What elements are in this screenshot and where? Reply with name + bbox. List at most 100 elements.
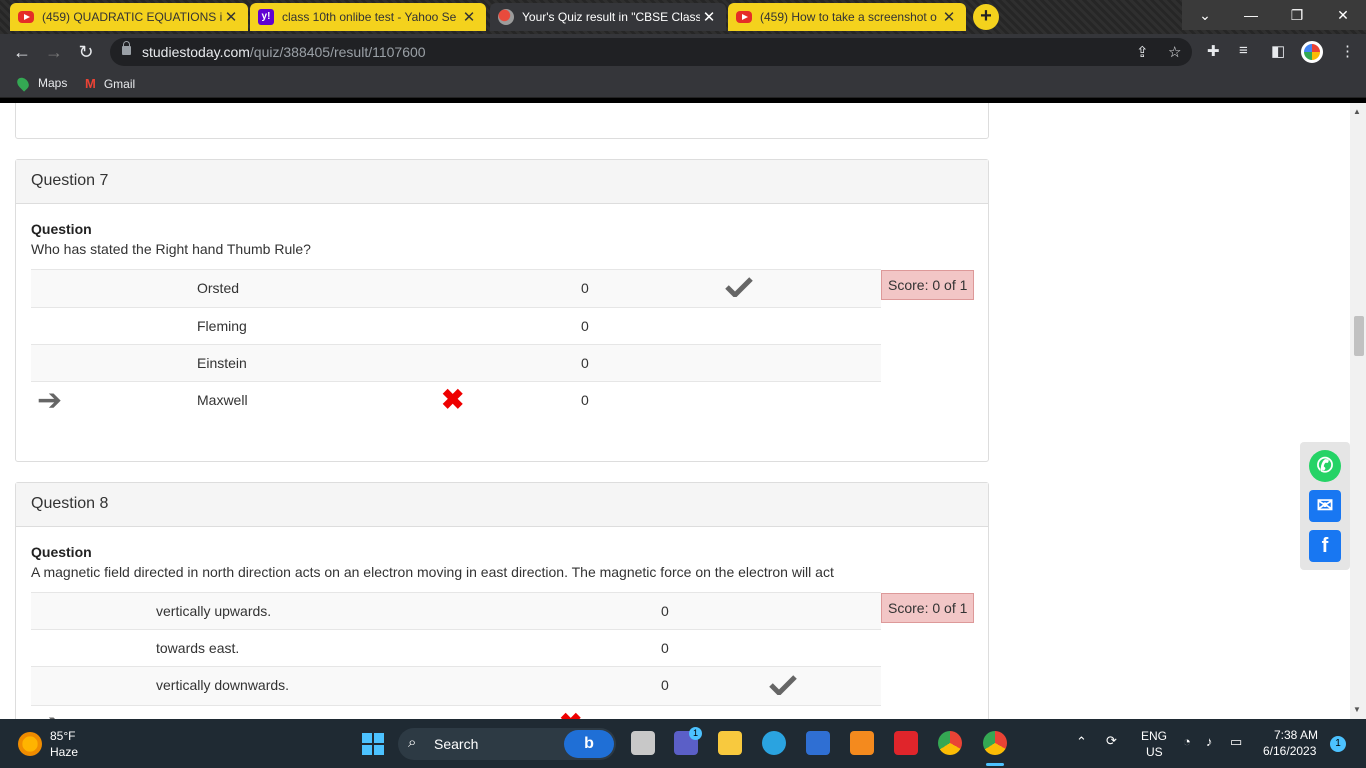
option-row: Orsted 0 (31, 269, 881, 307)
language-region[interactable]: US (1146, 745, 1163, 759)
maps-pin-icon (14, 74, 32, 92)
tab-quiz-result[interactable]: Your's Quiz result in "CBSE Class ✕ (490, 3, 726, 31)
side-panel-icon[interactable]: ◧ (1271, 42, 1285, 60)
question-label: Question (31, 221, 92, 237)
bookmark-maps[interactable]: Maps (14, 74, 68, 92)
question-panel-8: Question 8 Question A magnetic field dir… (15, 482, 989, 719)
bookmark-star-icon[interactable]: ☆ (1168, 43, 1181, 61)
search-icon: ⌕ (408, 734, 417, 751)
battery-icon[interactable]: ▭ (1230, 734, 1242, 750)
minimize-button[interactable]: — (1228, 0, 1274, 30)
task-view-icon[interactable] (631, 731, 655, 755)
option-text: towards east. (156, 640, 240, 656)
chrome-active-icon[interactable] (983, 731, 1007, 755)
mail-icon[interactable] (806, 731, 830, 755)
tab-title: class 10th onlibe test - Yahoo Se (282, 10, 457, 24)
weather-sun-icon[interactable] (18, 732, 42, 756)
new-tab-button[interactable]: + (973, 4, 999, 30)
clock-time[interactable]: 7:38 AM (1274, 728, 1318, 742)
scroll-down-arrow-icon[interactable]: ▼ (1353, 705, 1361, 714)
tray-overflow-icon[interactable]: ⌃ (1076, 734, 1087, 750)
option-row: towards east. 0 (31, 629, 881, 666)
search-label: Search (434, 736, 479, 752)
tab-quadratic[interactable]: (459) QUADRATIC EQUATIONS in ✕ (10, 3, 248, 31)
option-text: Fleming (197, 318, 247, 334)
url-domain: studiestoday.com (142, 44, 250, 60)
scrollbar-thumb[interactable] (1354, 316, 1364, 356)
sublime-icon[interactable] (850, 731, 874, 755)
question-header: Question 7 (16, 160, 988, 204)
wps-office-icon[interactable] (894, 731, 918, 755)
back-icon[interactable]: ← (10, 40, 34, 64)
reading-list-icon[interactable]: ≡ (1239, 42, 1248, 59)
language-ime[interactable]: ENG (1141, 729, 1167, 743)
scroll-up-arrow-icon[interactable]: ▲ (1353, 107, 1361, 116)
share-page-icon[interactable]: ⇪ (1136, 43, 1149, 61)
bookmark-gmail[interactable]: M Gmail (85, 76, 135, 91)
close-icon[interactable]: ✕ (222, 8, 240, 26)
close-icon[interactable]: ✕ (940, 8, 958, 26)
bookmark-label: Maps (38, 76, 68, 90)
sync-icon[interactable]: ⟳ (1106, 733, 1117, 749)
bookmarks-bar: Maps M Gmail (0, 70, 1366, 98)
page-scrollbar[interactable]: ▲ ▼ (1350, 103, 1366, 719)
profile-avatar[interactable] (1301, 41, 1323, 63)
weather-desc[interactable]: Haze (50, 745, 78, 759)
file-explorer-icon[interactable] (718, 731, 742, 755)
option-count: 0 (581, 280, 589, 296)
option-row: vertically upwards. 0 (31, 592, 881, 629)
close-window-button[interactable]: ✕ (1320, 0, 1366, 30)
selected-arrow-icon: ➔ (37, 710, 62, 720)
youtube-icon (18, 11, 34, 23)
reload-icon[interactable]: ↻ (74, 40, 98, 64)
address-bar[interactable]: studiestoday.com/quiz/388405/result/1107… (110, 38, 1192, 66)
taskbar-search[interactable]: ⌕ Search b (398, 728, 616, 760)
tab-screenshot[interactable]: (459) How to take a screenshot o ✕ (728, 3, 966, 31)
option-row: Einstein 0 (31, 344, 881, 381)
option-text: Maxwell (197, 392, 248, 408)
weather-temp[interactable]: 85°F (50, 729, 75, 743)
extensions-icon[interactable]: ✚ (1207, 42, 1220, 60)
lock-icon (122, 41, 131, 55)
question-label: Question (31, 544, 92, 560)
active-app-indicator (986, 763, 1004, 766)
tab-title: (459) QUADRATIC EQUATIONS in (42, 10, 222, 24)
option-count: 0 (581, 355, 589, 371)
whatsapp-icon[interactable]: ✆ (1309, 450, 1341, 482)
score-badge: Score: 0 of 1 (881, 270, 975, 300)
forward-icon[interactable]: → (42, 40, 66, 64)
wrong-cross-icon: ✖ (441, 384, 465, 415)
notification-badge[interactable]: 1 (1330, 736, 1346, 752)
tab-yahoo[interactable]: y! class 10th onlibe test - Yahoo Se ✕ (250, 3, 486, 31)
url-text[interactable]: studiestoday.com/quiz/388405/result/1107… (142, 44, 426, 60)
windows-taskbar: 85°F Haze ⌕ Search b 1 ⌃ ⟳ ENG US ◔ ♪ ▭ … (0, 719, 1366, 768)
email-icon[interactable]: ✉ (1309, 490, 1341, 522)
question-header: Question 8 (16, 483, 988, 527)
check-icon (725, 277, 753, 297)
windows-start-icon[interactable] (362, 733, 384, 755)
option-count: 0 (581, 392, 589, 408)
clock-date[interactable]: 6/16/2023 (1263, 744, 1316, 758)
yahoo-icon: y! (258, 9, 274, 25)
wifi-icon[interactable]: ◔ (1183, 734, 1191, 749)
previous-question-panel (15, 103, 989, 139)
volume-icon[interactable]: ♪ (1206, 734, 1213, 749)
telegram-icon[interactable] (762, 731, 786, 755)
wrong-cross-icon: ✖ (559, 710, 582, 720)
option-row: vertically downwards. 0 (31, 666, 881, 705)
option-row: ➔ ✖ (31, 705, 881, 719)
selected-arrow-icon: ➔ (37, 384, 63, 417)
option-row: Fleming 0 (31, 307, 881, 344)
menu-icon[interactable]: ⋮ (1340, 42, 1355, 60)
close-icon[interactable]: ✕ (460, 8, 478, 26)
close-icon[interactable]: ✕ (700, 8, 718, 26)
question-text: A magnetic field directed in north direc… (31, 564, 834, 580)
option-row: ➔ Maxwell ✖ 0 (31, 381, 881, 421)
facebook-icon[interactable]: f (1309, 530, 1341, 562)
question-text: Who has stated the Right hand Thumb Rule… (31, 241, 311, 257)
chrome-icon[interactable] (938, 731, 962, 755)
url-path: /quiz/388405/result/1107600 (249, 44, 426, 60)
option-count: 0 (661, 640, 669, 656)
tab-search-button[interactable]: ⌄ (1182, 0, 1228, 30)
restore-button[interactable]: ❐ (1274, 0, 1320, 30)
